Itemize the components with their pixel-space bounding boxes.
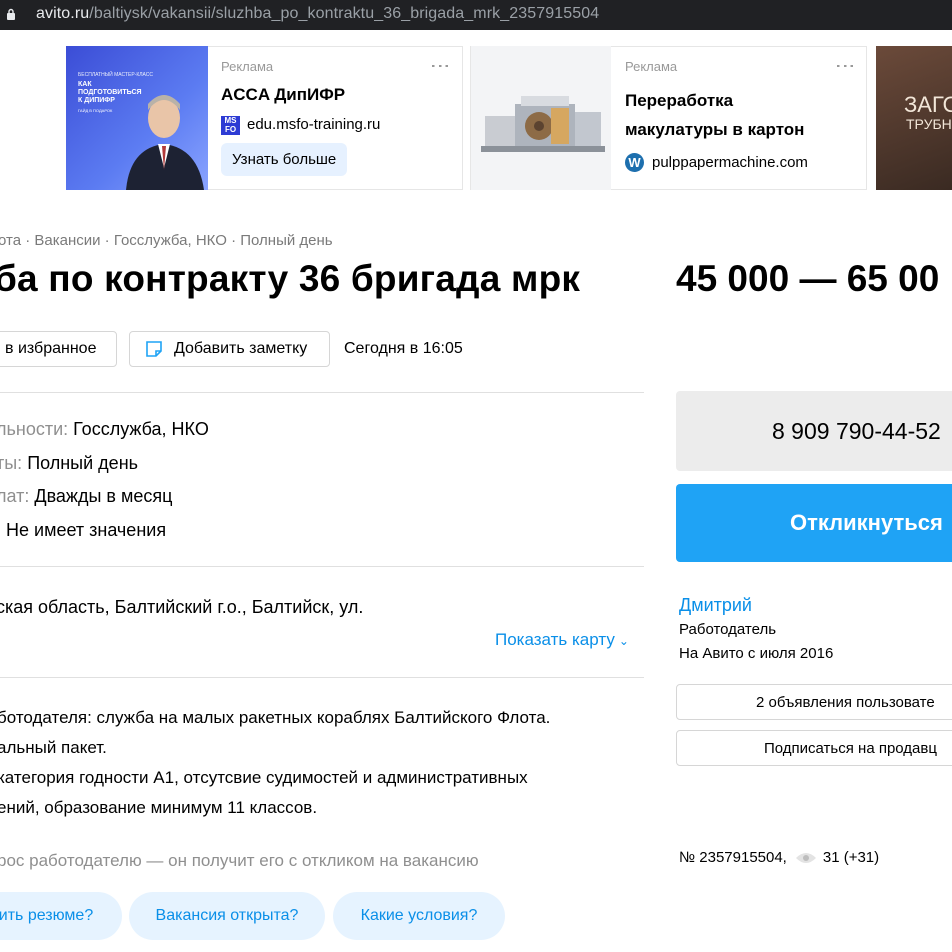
question-pill-open[interactable]: Вакансия открыта? xyxy=(129,892,325,940)
ad-label: Реклама xyxy=(625,59,678,74)
divider xyxy=(0,566,644,567)
question-pill-conditions[interactable]: Какие условия? xyxy=(333,892,505,940)
show-map-link[interactable]: Показать карту ⌄ xyxy=(495,630,629,650)
lock-icon xyxy=(7,8,15,20)
add-note-button[interactable]: Добавить заметку xyxy=(129,331,330,367)
person-photo xyxy=(126,95,204,190)
url-text[interactable]: avito.ru/baltiysk/vakansii/sluzhba_po_ko… xyxy=(36,5,599,23)
ad-image-pipes[interactable]: ЗАГО ТРУБН xyxy=(876,46,952,190)
breadcrumb[interactable]: ота · Вакансии · Госслужба, НКО · Полный… xyxy=(0,232,333,249)
price: 45 000 — 65 00 xyxy=(676,258,940,299)
msfo-logo-icon: MS FO xyxy=(221,116,240,135)
param-activity: льности: Госслужба, НКО xyxy=(0,419,209,439)
ad-image-text: К ДИПИФР xyxy=(78,97,115,104)
description-line: ботодателя: служба на малых ракетных кор… xyxy=(0,708,551,727)
chevron-down-icon: ⌄ xyxy=(618,634,629,648)
ad-title[interactable]: Переработка xyxy=(625,85,733,116)
param-experience: : Не имеет значения xyxy=(0,520,167,540)
param-payment: лат: Дважды в месяц xyxy=(0,486,173,506)
ad-image-text: КАК xyxy=(78,81,92,88)
wordpress-icon: W xyxy=(625,153,644,172)
machine-illustration xyxy=(481,96,605,152)
seller-role: Работодатель xyxy=(679,621,777,638)
ad-image-acca[interactable]: БЕСПЛАТНЫЙ МАСТЕР-КЛАСС КАК ПОДГОТОВИТЬС… xyxy=(66,46,208,190)
learn-more-button[interactable]: Узнать больше xyxy=(221,143,348,176)
ad-domain[interactable]: edu.msfo-training.ru xyxy=(247,116,380,133)
view-count: 31 (+31) xyxy=(822,849,880,866)
eye-icon xyxy=(795,852,816,863)
description-line: категория годности А1, отсутсвие судимос… xyxy=(0,768,528,787)
publish-date: Сегодня в 16:05 xyxy=(344,340,463,357)
add-to-favorites-button[interactable]: в избранное xyxy=(0,331,117,367)
ad-domain[interactable]: pulppapermachine.com xyxy=(652,154,808,171)
seller-since: На Авито с июля 2016 xyxy=(679,645,834,662)
address: ская область, Балтийский г.о., Балтийск,… xyxy=(0,597,364,617)
ad-image-text: БЕСПЛАТНЫЙ МАСТЕР-КЛАСС xyxy=(78,72,153,78)
divider xyxy=(0,392,644,393)
ad-image-text: ТРУБН xyxy=(906,116,952,132)
ad-image-text: ЗАГО xyxy=(904,92,952,117)
description-line: альный пакет. xyxy=(0,738,107,757)
listing-number: № 2357915504, xyxy=(679,849,787,866)
respond-button[interactable]: Откликнуться xyxy=(676,484,952,562)
ad-title[interactable]: макулатуры в картон xyxy=(625,114,804,145)
divider xyxy=(0,677,644,678)
ad-title[interactable]: ACCA ДипИФР xyxy=(221,79,345,110)
phone-number[interactable]: 8 909 790-44-52 xyxy=(772,418,941,445)
ad-label: Реклама xyxy=(221,59,274,74)
question-pill-resume[interactable]: ить резюме? xyxy=(0,892,122,940)
ad-image-machine[interactable] xyxy=(471,46,611,190)
question-prompt: рос работодателю — он получит его с откл… xyxy=(0,851,479,870)
note-icon xyxy=(146,341,162,357)
listing-meta: № 2357915504, 31 (+31) xyxy=(679,849,879,866)
more-options-icon[interactable]: ⋮ xyxy=(834,56,856,76)
more-options-icon[interactable]: ⋮ xyxy=(429,56,451,76)
user-listings-button[interactable]: 2 объявления пользовате xyxy=(676,684,952,720)
description-line: ений, образование минимум 11 классов. xyxy=(0,798,318,817)
ad-image-text: ГАЙД В ПОДАРОК xyxy=(78,108,113,113)
param-schedule: ты: Полный день xyxy=(0,453,139,473)
seller-name-link[interactable]: Дмитрий xyxy=(679,595,752,616)
page-title: ба по контракту 36 бригада мрк xyxy=(0,258,581,299)
subscribe-seller-button[interactable]: Подписаться на продавц xyxy=(676,730,952,766)
